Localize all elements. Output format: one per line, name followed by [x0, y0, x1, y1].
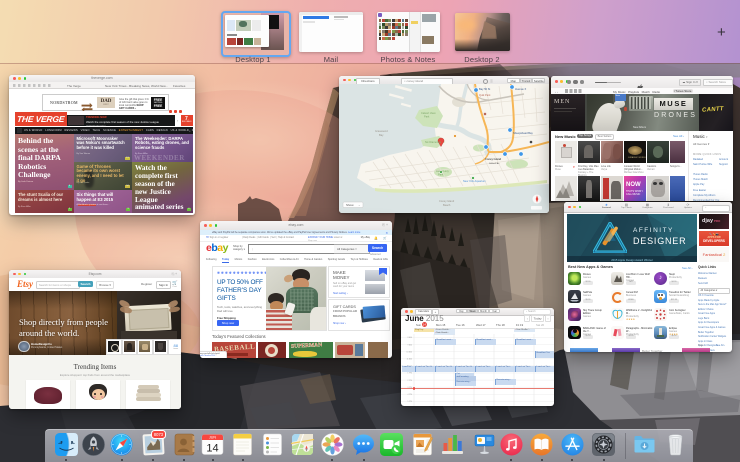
- svg-text:10 AM: 10 AM: [406, 350, 412, 353]
- svg-text:11 AM: 11 AM: [406, 358, 412, 361]
- svg-text:9 AM: 9 AM: [407, 343, 412, 346]
- svg-text:JUN: JUN: [209, 436, 216, 440]
- svg-text:Park: Park: [438, 173, 444, 177]
- svg-text:5 PM: 5 PM: [407, 401, 412, 403]
- svg-text:Coney Island: Coney Island: [439, 199, 455, 203]
- svg-text:14: 14: [206, 443, 218, 455]
- svg-text:2 PM: 2 PM: [407, 380, 412, 382]
- svg-text:Asser Levy: Asser Levy: [436, 169, 450, 173]
- svg-text:Stillwell Av: Stillwell Av: [489, 162, 500, 165]
- svg-text:Park: Park: [424, 115, 430, 119]
- svg-text:Quik Park: Quik Park: [479, 93, 491, 97]
- svg-text:Show: Show: [346, 203, 354, 207]
- svg-text:1 PM: 1 PM: [407, 373, 412, 375]
- svg-text:Bay: Bay: [379, 133, 384, 137]
- svg-text:Calvert Vaux: Calvert Vaux: [421, 111, 436, 115]
- svg-text:Gravesend: Gravesend: [375, 129, 388, 133]
- svg-text:Bay 50 St: Bay 50 St: [479, 87, 491, 91]
- svg-text:Sheepshead Bay: Sheepshead Bay: [513, 131, 533, 135]
- svg-text:⌄: ⌄: [358, 203, 361, 207]
- svg-text:8 AM: 8 AM: [407, 336, 412, 339]
- svg-text:New York Aquarium: New York Aquarium: [463, 179, 486, 183]
- svg-text:4 PM: 4 PM: [407, 394, 412, 396]
- svg-text:Beach: Beach: [443, 203, 451, 207]
- svg-text:Avenue X: Avenue X: [515, 87, 526, 91]
- svg-text:Coney Island: Coney Island: [485, 157, 502, 161]
- svg-text:Six Diamonds: Six Diamonds: [425, 140, 442, 144]
